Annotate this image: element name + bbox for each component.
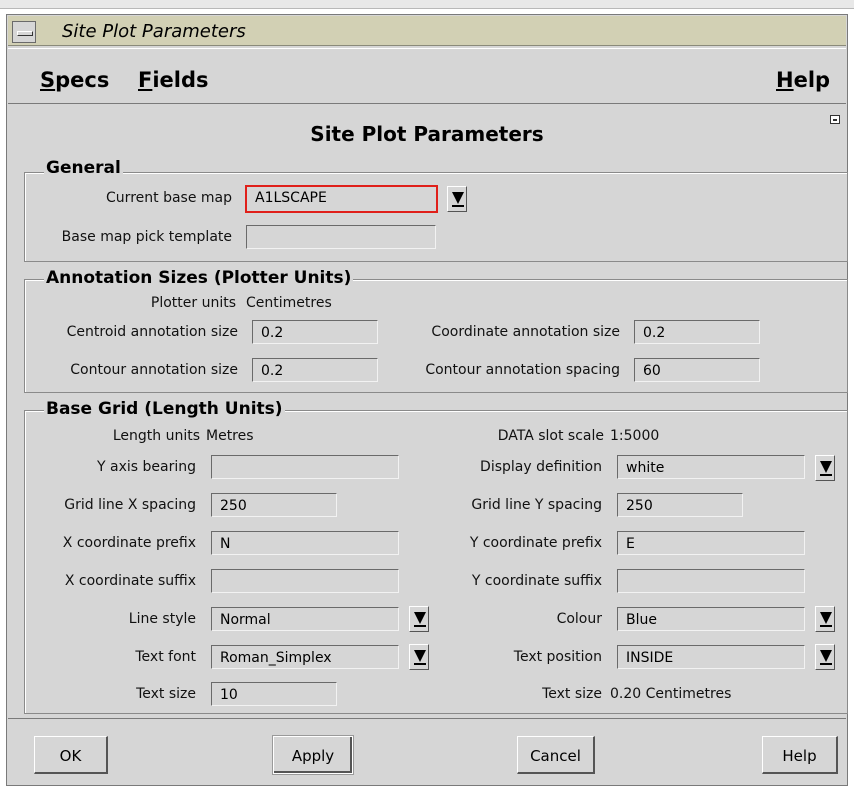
ok-button[interactable]: OK — [34, 736, 108, 774]
current-base-map-dropdown-button[interactable] — [447, 186, 467, 212]
menu-specs-mnemonic: S — [40, 68, 56, 92]
grid-line-x-spacing-field[interactable]: 250 — [211, 493, 337, 517]
base-map-pick-template-field[interactable] — [246, 225, 436, 249]
form-heading: Site Plot Parameters — [310, 122, 544, 146]
menu-fields-label: ields — [152, 68, 209, 92]
grid-line-y-spacing-label: Grid line Y spacing — [471, 497, 602, 513]
grid-line-x-spacing-label: Grid line X spacing — [64, 497, 196, 513]
window-title: Site Plot Parameters — [62, 21, 246, 42]
menu-help[interactable]: Help — [776, 68, 830, 92]
y-coordinate-prefix-field[interactable]: E — [617, 531, 805, 555]
colour-label: Colour — [556, 611, 602, 627]
coordinate-annotation-size-field[interactable]: 0.2 — [634, 320, 760, 344]
x-coordinate-prefix-field[interactable]: N — [211, 531, 399, 555]
apply-button[interactable]: Apply — [272, 735, 354, 775]
line-style-label: Line style — [128, 611, 196, 627]
resize-corner-icon[interactable] — [830, 115, 840, 124]
text-position-label: Text position — [513, 649, 602, 665]
base-map-pick-template-label: Base map pick template — [61, 229, 232, 245]
contour-annotation-spacing-field[interactable]: 60 — [634, 358, 760, 382]
line-style-field[interactable]: Normal — [211, 607, 399, 631]
button-row — [8, 718, 846, 784]
plotter-units-value: Centimetres — [246, 295, 332, 311]
length-units-value: Metres — [206, 428, 254, 444]
base-grid-legend: Base Grid (Length Units) — [44, 399, 285, 419]
data-slot-scale-label: DATA slot scale — [497, 428, 604, 444]
plotter-units-label: Plotter units — [150, 295, 236, 311]
text-font-label: Text font — [135, 649, 196, 665]
menu-fields[interactable]: Fields — [138, 68, 209, 92]
menu-specs-label: pecs — [55, 68, 110, 92]
menu-help-label: elp — [793, 68, 831, 92]
text-position-dropdown-button[interactable] — [815, 644, 835, 670]
x-coordinate-prefix-label: X coordinate prefix — [62, 535, 196, 551]
window-menu-icon — [17, 31, 33, 36]
text-position-field[interactable]: INSIDE — [617, 645, 805, 669]
centroid-annotation-size-label: Centroid annotation size — [66, 324, 238, 340]
contour-annotation-spacing-label: Contour annotation spacing — [425, 362, 620, 378]
text-size-label: Text size — [136, 686, 196, 702]
grid-line-y-spacing-field[interactable]: 250 — [617, 493, 743, 517]
y-axis-bearing-label: Y axis bearing — [97, 459, 196, 475]
contour-annotation-size-label: Contour annotation size — [70, 362, 238, 378]
cancel-button[interactable]: Cancel — [517, 736, 595, 774]
colour-field[interactable]: Blue — [617, 607, 805, 631]
general-legend: General — [44, 158, 123, 178]
annotation-sizes-legend: Annotation Sizes (Plotter Units) — [44, 268, 354, 288]
text-size-info-value: 0.20 Centimetres — [610, 686, 732, 702]
y-coordinate-suffix-label: Y coordinate suffix — [471, 573, 602, 589]
menu-specs[interactable]: Specs — [40, 68, 109, 92]
y-coordinate-suffix-field[interactable] — [617, 569, 805, 593]
current-base-map-label: Current base map — [106, 190, 232, 206]
length-units-label: Length units — [112, 428, 200, 444]
help-button[interactable]: Help — [762, 736, 838, 774]
text-size-info-label: Text size — [542, 686, 602, 702]
display-definition-dropdown-button[interactable] — [815, 455, 835, 481]
coordinate-annotation-size-label: Coordinate annotation size — [431, 324, 620, 340]
text-font-field[interactable]: Roman_Simplex — [211, 645, 399, 669]
x-coordinate-suffix-label: X coordinate suffix — [64, 573, 196, 589]
display-definition-field[interactable]: white — [617, 455, 805, 479]
centroid-annotation-size-field[interactable]: 0.2 — [252, 320, 378, 344]
current-base-map-field[interactable]: A1LSCAPE — [245, 185, 438, 213]
data-slot-scale-value: 1:5000 — [610, 428, 660, 444]
window-menu-button[interactable] — [12, 21, 36, 43]
menu-fields-mnemonic: F — [138, 68, 153, 92]
background-window-edge — [0, 0, 854, 9]
display-definition-label: Display definition — [480, 459, 602, 475]
menu-bar — [8, 48, 846, 104]
y-axis-bearing-field[interactable] — [211, 455, 399, 479]
menu-help-mnemonic: H — [776, 68, 794, 92]
text-size-field[interactable]: 10 — [211, 682, 337, 706]
x-coordinate-suffix-field[interactable] — [211, 569, 399, 593]
y-coordinate-prefix-label: Y coordinate prefix — [469, 535, 602, 551]
colour-dropdown-button[interactable] — [815, 606, 835, 632]
contour-annotation-size-field[interactable]: 0.2 — [252, 358, 378, 382]
